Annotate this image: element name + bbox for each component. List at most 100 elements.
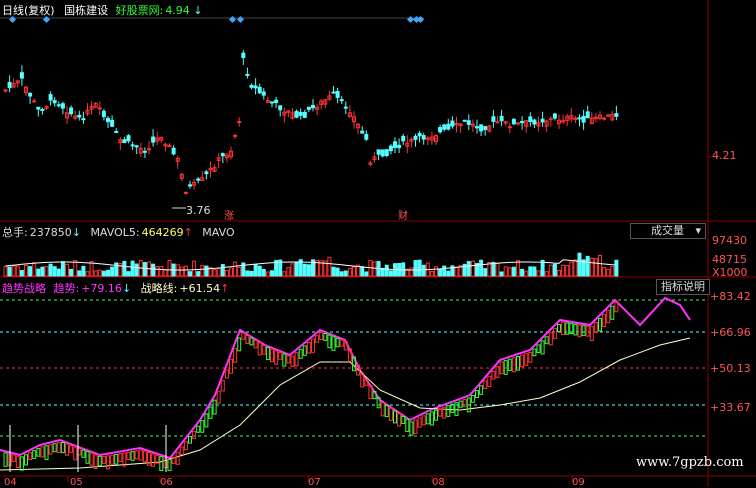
volume-bar (52, 266, 57, 277)
volume-bar (106, 269, 110, 277)
volume-bar (122, 260, 127, 277)
volume-bar (204, 265, 209, 277)
volume-bar (438, 268, 443, 277)
indicator-bar (589, 326, 594, 341)
volume-bar (339, 271, 344, 277)
indicator-bar (425, 413, 430, 425)
candle-body (114, 131, 119, 134)
volume-bar (15, 265, 20, 277)
indicator-bar (610, 305, 615, 320)
volume-bar (606, 268, 611, 277)
volume-bar (434, 266, 438, 277)
indicator-bar (278, 351, 283, 360)
volume-bar (159, 265, 164, 277)
indicator-bar (233, 348, 238, 363)
candle-body (466, 120, 471, 125)
event-marker-zhang[interactable]: 涨 (224, 207, 234, 222)
indicator-bar (24, 454, 28, 466)
indicator-bar (524, 353, 529, 366)
indicator-selector[interactable]: 成交量 ▾ (630, 223, 706, 239)
candle-body (561, 120, 566, 123)
indicator-bar (204, 413, 209, 428)
indicator-bar (126, 451, 131, 460)
volume-bar (32, 262, 37, 277)
volume-bar (19, 270, 24, 277)
volume-bar (503, 266, 508, 277)
indicator-bar (118, 453, 123, 463)
volume-bar (360, 266, 365, 277)
volume-bar (142, 262, 147, 277)
candle-body (3, 89, 8, 92)
candle-body (491, 116, 496, 122)
indicator-bar (315, 335, 320, 343)
candle-body (462, 119, 467, 122)
indicator-bar (458, 400, 463, 408)
indicator-bar (28, 452, 33, 461)
volume-bar (524, 270, 529, 277)
volume-bar (85, 271, 90, 277)
event-marker-cai[interactable]: 财 (398, 207, 408, 222)
indicator-bar (56, 442, 61, 453)
candle-body (171, 147, 176, 155)
volume-bar (237, 266, 242, 277)
indicator-bar (208, 406, 213, 419)
indicator-bar (434, 409, 438, 421)
candle-body (520, 120, 525, 124)
volume-bar (327, 256, 332, 277)
candle-body (19, 72, 24, 79)
indicator-bar (175, 451, 180, 465)
indicator-bar (52, 443, 57, 453)
indicator-bar (265, 347, 270, 361)
candle-body (134, 145, 139, 148)
indicator-bar (3, 452, 8, 467)
candle-body (278, 105, 283, 111)
candle-body (56, 104, 61, 107)
volume-bar (483, 268, 488, 277)
indicator-bar (520, 354, 525, 368)
indicator-bar (593, 322, 598, 333)
volume-bar (93, 270, 98, 277)
candle-body (388, 145, 393, 152)
indicator-bar (540, 340, 545, 355)
indicator-bar (302, 345, 307, 356)
candle-body (270, 101, 274, 104)
candle-body (130, 144, 135, 147)
indicator-bar (257, 342, 262, 356)
indicator-bar (73, 446, 78, 461)
indicator-help-button[interactable]: 指标说明 (656, 279, 710, 295)
indicator-bar (253, 339, 258, 349)
indicator-bar (151, 453, 156, 467)
candle-body (483, 126, 488, 130)
candle-body (237, 120, 242, 123)
candle-body (32, 100, 37, 103)
volume-bar (388, 270, 393, 277)
indicator-bar (11, 454, 16, 463)
candle-body (274, 99, 279, 104)
candle-body (421, 135, 426, 140)
volume-bar (548, 264, 553, 277)
volume-bar (561, 264, 566, 277)
volume-bar (347, 267, 352, 277)
indicator-bar (479, 385, 484, 395)
indicator-bar (417, 417, 422, 428)
indicator-bar (331, 336, 336, 351)
volume-bar (245, 270, 250, 277)
price-axis-label: 4.21 (712, 149, 737, 162)
stock-chart-canvas[interactable] (0, 0, 756, 487)
volume-axis-unit: X1000 (712, 266, 748, 279)
candle-body (110, 119, 115, 127)
indicator-header: 趋势战略 趋势: +79.16↓ 战略线: +61.54↑ (2, 280, 229, 296)
candle-body (36, 106, 41, 110)
volume-bar (507, 267, 512, 277)
candle-body (331, 91, 336, 94)
volume-bar (126, 271, 131, 277)
indicator-help-label: 指标说明 (661, 280, 705, 293)
indicator-bar (167, 458, 172, 472)
candle-body (335, 90, 340, 98)
volume-value: 237850 (29, 226, 72, 239)
volume-ma-line (5, 259, 617, 271)
x-tick-06: 06 (160, 477, 173, 488)
candle-body (360, 130, 365, 134)
volume-bar (446, 270, 451, 277)
volume-bar (499, 271, 504, 277)
